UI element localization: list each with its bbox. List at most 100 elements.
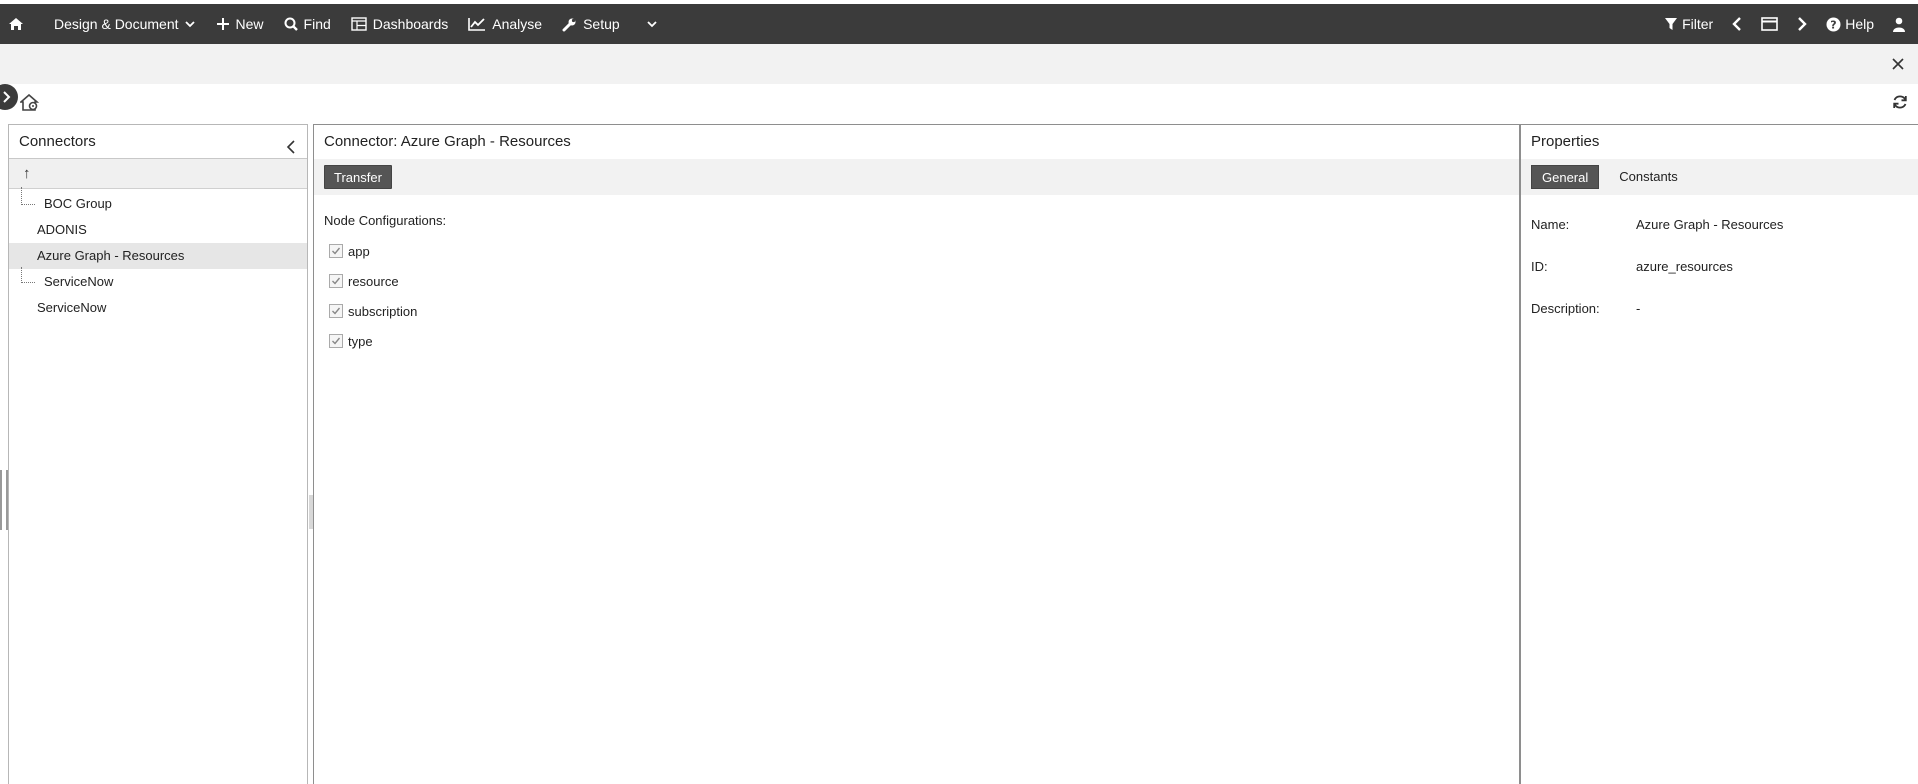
- menu-new-label: New: [235, 16, 264, 32]
- svg-text:?: ?: [1831, 18, 1837, 31]
- property-row-name: Name: Azure Graph - Resources: [1531, 203, 1908, 245]
- refresh-button[interactable]: [1892, 94, 1908, 113]
- menu-analyse[interactable]: Analyse: [458, 4, 552, 44]
- menu-dashboards-label: Dashboards: [372, 16, 449, 32]
- topbar-right-group: Filter ? Help: [1655, 4, 1918, 44]
- dashboard-icon: [351, 17, 367, 31]
- user-icon: [1893, 17, 1905, 32]
- checkmark-icon: [332, 307, 341, 315]
- close-button[interactable]: [1888, 54, 1908, 74]
- user-button[interactable]: [1883, 4, 1918, 44]
- tree-item-servicenow-group[interactable]: ServiceNow: [9, 267, 307, 295]
- close-icon: [1892, 58, 1904, 70]
- checkbox-resource[interactable]: [329, 274, 343, 288]
- forward-button[interactable]: [1787, 4, 1817, 44]
- tree-item-label: ServiceNow: [37, 300, 107, 315]
- tree-item-label: BOC Group: [44, 196, 112, 211]
- tree-item-azure-graph-resources[interactable]: Azure Graph - Resources: [9, 243, 307, 269]
- sidebar-resize-handle[interactable]: [0, 470, 8, 530]
- node-configurations-list: app resource subscription type: [314, 236, 1519, 356]
- top-navigation-bar: Design & Document New Find Dashboards An…: [0, 4, 1918, 44]
- chevron-right-icon: [1798, 17, 1807, 31]
- menu-analyse-label: Analyse: [492, 16, 543, 32]
- menu-setup-label: Setup: [583, 16, 620, 32]
- connectors-title: Connectors: [19, 133, 96, 150]
- refresh-icon: [1893, 95, 1907, 109]
- checkmark-icon: [332, 247, 341, 255]
- properties-panel: Properties General Constants Name: Azure…: [1520, 124, 1918, 784]
- home-button[interactable]: [0, 4, 44, 44]
- breadcrumb-home[interactable]: [18, 93, 40, 115]
- tree-item-boc-group[interactable]: BOC Group: [9, 187, 307, 217]
- connectors-panel: Connectors ↑ BOC Group ADONIS Azure Grap…: [8, 124, 308, 784]
- property-row-description: Description: -: [1531, 287, 1908, 329]
- menu-find[interactable]: Find: [274, 4, 341, 44]
- chevron-down-icon: [647, 21, 657, 28]
- checkbox-label: type: [348, 333, 373, 349]
- filter-button[interactable]: Filter: [1655, 4, 1722, 44]
- property-key: ID:: [1531, 258, 1548, 274]
- property-row-id: ID: azure_resources: [1531, 245, 1908, 287]
- property-key: Name:: [1531, 216, 1570, 232]
- collapse-panel-button[interactable]: [285, 134, 297, 168]
- properties-title: Properties: [1531, 133, 1600, 150]
- home-icon: [9, 18, 23, 30]
- search-icon: [284, 17, 298, 31]
- checkmark-icon: [332, 337, 341, 345]
- tree-item-servicenow[interactable]: ServiceNow: [9, 295, 307, 321]
- node-config-resource: resource: [314, 266, 1519, 296]
- connector-detail-panel: Connector: Azure Graph - Resources Trans…: [313, 124, 1520, 784]
- help-label: Help: [1845, 16, 1874, 32]
- node-config-type: type: [314, 326, 1519, 356]
- tree-item-adonis[interactable]: ADONIS: [9, 217, 307, 243]
- help-icon: ?: [1826, 17, 1841, 31]
- filter-label: Filter: [1682, 16, 1714, 32]
- menu-design-document[interactable]: Design & Document: [44, 4, 206, 44]
- connectors-tree: BOC Group ADONIS Azure Graph - Resources…: [9, 187, 307, 321]
- checkbox-app[interactable]: [329, 244, 343, 258]
- property-value: -: [1636, 300, 1641, 316]
- checkbox-type[interactable]: [329, 334, 343, 348]
- back-button[interactable]: [1722, 4, 1752, 44]
- checkbox-subscription[interactable]: [329, 304, 343, 318]
- expand-sidebar-button[interactable]: [0, 84, 18, 110]
- window-button[interactable]: [1752, 4, 1787, 44]
- tree-connector-line: [21, 187, 35, 205]
- line-chart-icon: [468, 18, 486, 31]
- menu-design-document-label: Design & Document: [54, 16, 179, 32]
- property-key: Description:: [1531, 300, 1600, 316]
- breadcrumb-bar: [0, 84, 1918, 124]
- checkmark-icon: [332, 277, 341, 285]
- tree-item-label: ServiceNow: [44, 274, 114, 289]
- property-value: Azure Graph - Resources: [1636, 216, 1784, 232]
- chevron-down-icon: [184, 21, 195, 28]
- up-arrow-icon: ↑: [23, 165, 31, 182]
- connector-toolbar: Transfer: [314, 159, 1519, 195]
- tab-general[interactable]: General: [1531, 165, 1600, 189]
- node-config-app: app: [314, 236, 1519, 266]
- node-config-subscription: subscription: [314, 296, 1519, 326]
- secondary-bar: [0, 44, 1918, 84]
- window-icon: [1761, 17, 1779, 31]
- properties-tabs: General Constants: [1521, 159, 1918, 195]
- checkbox-label: app: [348, 243, 370, 259]
- plus-icon: [216, 18, 229, 30]
- chevron-right-icon: [3, 91, 11, 103]
- menu-find-label: Find: [303, 16, 331, 32]
- properties-grid: Name: Azure Graph - Resources ID: azure_…: [1521, 195, 1918, 329]
- menu-new[interactable]: New: [206, 4, 274, 44]
- chevron-left-icon: [286, 140, 295, 154]
- navigate-up-button[interactable]: ↑: [9, 159, 307, 189]
- more-menu-button[interactable]: [630, 4, 668, 44]
- chevron-left-icon: [1732, 17, 1742, 31]
- menu-setup[interactable]: Setup: [552, 4, 630, 44]
- menu-dashboards[interactable]: Dashboards: [341, 4, 459, 44]
- tree-connector-line: [21, 267, 35, 283]
- connector-title: Connector: Azure Graph - Resources: [324, 133, 571, 150]
- tab-constants[interactable]: Constants: [1609, 165, 1688, 189]
- checkbox-label: resource: [348, 273, 399, 289]
- help-button[interactable]: ? Help: [1817, 4, 1883, 44]
- checkbox-label: subscription: [348, 303, 418, 319]
- transfer-button[interactable]: Transfer: [324, 165, 392, 189]
- connectors-panel-title: Connectors: [9, 125, 307, 159]
